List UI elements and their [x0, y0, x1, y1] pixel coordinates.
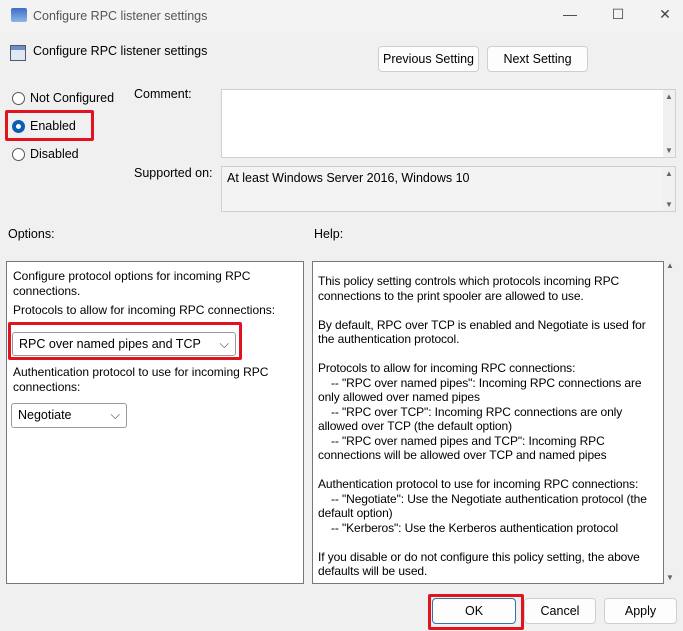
auth-value: Negotiate	[18, 408, 72, 422]
supported-on-value: At least Windows Server 2016, Windows 10	[227, 171, 470, 185]
policy-title: Configure RPC listener settings	[33, 44, 208, 58]
maximize-button[interactable]: ☐	[608, 6, 628, 23]
comment-label: Comment:	[134, 87, 192, 101]
apply-button[interactable]: Apply	[604, 598, 677, 624]
help-panel: This policy setting controls which proto…	[312, 261, 664, 584]
options-intro: Configure protocol options for incoming …	[13, 269, 251, 298]
supported-on-field: At least Windows Server 2016, Windows 10…	[221, 166, 676, 212]
radio-label: Disabled	[30, 147, 79, 161]
help-paragraph: Protocols to allow for incoming RPC conn…	[318, 361, 642, 462]
help-paragraph: This policy setting controls which proto…	[318, 274, 623, 303]
close-button[interactable]: ✕	[655, 6, 675, 23]
highlight-ok	[428, 594, 524, 630]
minimize-button[interactable]: —	[560, 6, 580, 22]
protocols-label: Protocols to allow for incoming RPC conn…	[13, 303, 276, 317]
previous-setting-button[interactable]: Previous Setting	[378, 46, 479, 72]
supported-scrollbar[interactable]: ▲ ▼	[663, 167, 675, 211]
help-paragraph: Authentication protocol to use for incom…	[318, 477, 647, 535]
app-icon	[11, 8, 27, 22]
window-title: Configure RPC listener settings	[33, 9, 208, 23]
chevron-down-icon: ⌵	[110, 408, 120, 422]
help-scrollbar[interactable]: ▲ ▼	[664, 261, 676, 584]
supported-on-label: Supported on:	[134, 166, 213, 180]
radio-not-configured[interactable]: Not Configured	[12, 91, 114, 105]
radio-disabled[interactable]: Disabled	[12, 147, 79, 161]
cancel-button[interactable]: Cancel	[524, 598, 596, 624]
auth-label: Authentication protocol to use for incom…	[13, 365, 269, 394]
next-setting-button[interactable]: Next Setting	[487, 46, 588, 72]
help-paragraph: By default, RPC over TCP is enabled and …	[318, 317, 649, 347]
options-label: Options:	[8, 227, 55, 241]
help-paragraph: If you disable or do not configure this …	[318, 549, 643, 579]
radio-label: Not Configured	[30, 91, 115, 105]
policy-icon	[10, 45, 26, 61]
auth-dropdown[interactable]: Negotiate ⌵	[11, 403, 127, 428]
help-label: Help:	[314, 227, 344, 241]
comment-scrollbar[interactable]: ▲ ▼	[663, 90, 675, 157]
radio-circle	[12, 91, 25, 105]
comment-textarea[interactable]: ▲ ▼	[221, 89, 676, 158]
highlight-enabled	[5, 110, 94, 141]
highlight-protocols	[8, 322, 242, 360]
radio-circle	[12, 147, 25, 161]
